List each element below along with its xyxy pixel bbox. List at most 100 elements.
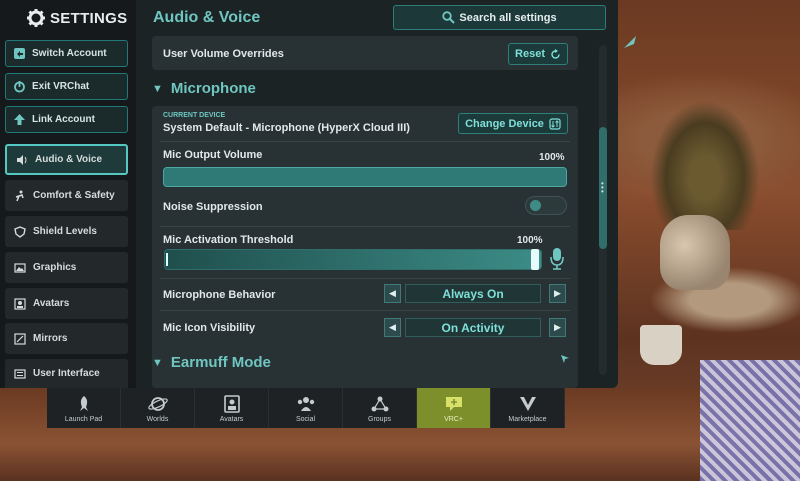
nav-social[interactable]: Social	[269, 388, 343, 428]
chevron-right-icon: ▶	[554, 322, 561, 332]
sidebar-item-label: User Interface	[33, 368, 100, 379]
noise-suppression-toggle[interactable]	[525, 196, 567, 215]
reset-button[interactable]: Reset	[508, 43, 568, 65]
sidebar-item-graphics[interactable]: Graphics	[5, 252, 128, 283]
switch-icon	[12, 47, 26, 61]
planet-icon	[147, 394, 168, 414]
mic-output-volume-slider[interactable]	[163, 167, 567, 187]
nav-label: Groups	[368, 415, 391, 423]
page-title: Audio & Voice	[153, 9, 261, 26]
cup	[640, 325, 682, 365]
sidebar-item-audio-voice[interactable]: Audio & Voice	[5, 144, 128, 175]
sidebar-item-mirrors[interactable]: Mirrors	[5, 323, 128, 354]
nav-avatars[interactable]: Avatars	[195, 388, 269, 428]
change-device-button[interactable]: Change Device	[458, 113, 568, 134]
nav-label: Worlds	[146, 415, 169, 423]
sidebar-item-label: Avatars	[33, 298, 70, 309]
power-icon	[12, 80, 26, 94]
behavior-prev-button[interactable]: ◀	[384, 284, 401, 303]
nav-worlds[interactable]: Worlds	[121, 388, 195, 428]
reset-label: Reset	[515, 48, 545, 60]
mic-icon-visibility-label: Mic Icon Visibility	[163, 322, 256, 334]
microphone-icon	[550, 248, 564, 270]
behavior-next-button[interactable]: ▶	[549, 284, 566, 303]
divider	[160, 278, 570, 279]
mic-activation-threshold-slider[interactable]	[164, 249, 542, 270]
noise-suppression-label: Noise Suppression	[163, 201, 263, 213]
divider	[160, 310, 570, 311]
link-account-label: Link Account	[32, 114, 95, 125]
scrollbar[interactable]	[599, 45, 607, 375]
sidebar-item-shield-levels[interactable]: Shield Levels	[5, 216, 128, 247]
nav-label: Social	[295, 415, 316, 423]
settings-header: SETTINGS	[0, 0, 136, 36]
mic-activation-threshold-value: 100%	[517, 235, 543, 246]
gear-icon	[27, 9, 45, 27]
change-device-label: Change Device	[465, 117, 544, 130]
vase	[660, 215, 730, 290]
cursor-icon	[561, 355, 569, 363]
chevron-left-icon: ◀	[389, 288, 396, 298]
microphone-section-title: Microphone	[170, 80, 256, 97]
plant	[650, 100, 760, 230]
reset-icon	[551, 48, 560, 59]
volume-overrides-label: User Volume Overrides	[163, 48, 284, 60]
sidebar-item-user-interface[interactable]: User Interface	[5, 359, 128, 388]
switch-account-button[interactable]: Switch Account	[5, 40, 128, 67]
settings-content: User Volume Overrides Reset ▼ Microphone…	[152, 36, 578, 388]
chevron-down-icon: ▼	[152, 82, 163, 95]
sidebar-item-label: Mirrors	[33, 333, 68, 344]
chevron-left-icon: ◀	[389, 322, 396, 332]
threshold-slider-handle[interactable]	[531, 249, 539, 270]
sidebar-item-label: Shield Levels	[33, 226, 97, 237]
visibility-next-button[interactable]: ▶	[549, 318, 566, 337]
nav-launch-pad[interactable]: Launch Pad	[47, 388, 121, 428]
microphone-behavior-label: Microphone Behavior	[163, 289, 276, 301]
avatar-icon	[14, 297, 26, 310]
marketplace-icon	[519, 394, 537, 414]
nav-groups[interactable]: Groups	[343, 388, 417, 428]
earmuff-section-header[interactable]: ▼ Earmuff Mode	[152, 354, 271, 371]
chevron-right-icon: ▶	[554, 288, 561, 298]
mic-output-volume-label: Mic Output Volume	[163, 149, 263, 161]
link-account-button[interactable]: Link Account	[5, 106, 128, 133]
checkered-cloth	[700, 360, 800, 481]
nav-marketplace[interactable]: Marketplace	[491, 388, 565, 428]
feather-icon[interactable]	[622, 34, 638, 50]
nav-label: Marketplace	[508, 415, 547, 423]
switch-account-label: Switch Account	[32, 48, 107, 59]
sidebar-item-comfort-safety[interactable]: Comfort & Safety	[5, 180, 128, 211]
mic-output-volume-fill	[164, 168, 566, 186]
earmuff-card	[152, 379, 578, 388]
drag-handle-icon[interactable]: • • •	[601, 180, 604, 196]
social-icon	[296, 394, 316, 414]
search-all-settings-button[interactable]: Search all settings	[393, 5, 606, 30]
search-icon	[442, 11, 456, 24]
mic-activation-threshold-label: Mic Activation Threshold	[163, 234, 294, 246]
vrc-plus-icon	[444, 394, 464, 414]
nav-label: Launch Pad	[64, 415, 103, 423]
bottom-nav: Launch Pad Worlds Avatars Social Groups …	[47, 388, 571, 428]
settings-sidebar: SETTINGS Switch Account Exit VRChat Link…	[0, 0, 136, 388]
sidebar-item-label: Audio & Voice	[35, 154, 103, 165]
person-icon	[14, 190, 26, 202]
settings-title: SETTINGS	[50, 9, 128, 27]
sidebar-item-avatars[interactable]: Avatars	[5, 288, 128, 319]
sidebar-item-label: Graphics	[33, 262, 77, 273]
groups-icon	[371, 394, 389, 414]
shield-icon	[14, 225, 26, 238]
mic-output-volume-value: 100%	[539, 152, 565, 163]
sidebar-item-label: Comfort & Safety	[33, 190, 115, 201]
exit-vrchat-label: Exit VRChat	[32, 81, 90, 92]
nav-label: VRC+	[444, 415, 463, 423]
rocket-icon	[75, 394, 93, 414]
keyboard-icon	[14, 368, 26, 380]
visibility-prev-button[interactable]: ◀	[384, 318, 401, 337]
exit-vrchat-button[interactable]: Exit VRChat	[5, 73, 128, 100]
arrow-up-icon	[12, 113, 26, 127]
divider	[160, 141, 570, 142]
microphone-section-header[interactable]: ▼ Microphone	[152, 80, 256, 97]
nav-vrc-plus[interactable]: VRC+	[417, 388, 491, 428]
divider	[160, 226, 570, 227]
image-icon	[14, 262, 26, 274]
